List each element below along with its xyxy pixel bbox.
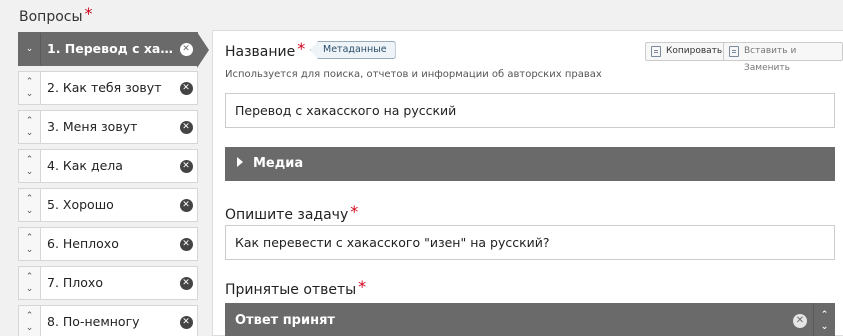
- chevron-down-icon: ⌄: [25, 323, 34, 333]
- name-input[interactable]: Перевод с хакасского на русский: [225, 93, 835, 128]
- media-label: Медиа: [253, 156, 304, 171]
- question-item-6[interactable]: ⌃ ⌄ 6. Неплохо ✕: [18, 227, 198, 261]
- reorder-handle[interactable]: ⌃ ⌄: [19, 306, 41, 336]
- chevron-up-icon: ⌃: [25, 155, 34, 165]
- chevron-down-icon: ⌄: [25, 245, 34, 255]
- copy-icon: [651, 46, 661, 57]
- delete-question-button[interactable]: ✕: [175, 111, 197, 143]
- accepted-answer-item[interactable]: Ответ принят ✕ ⌃ ⌄: [225, 303, 835, 336]
- reorder-handle[interactable]: ⌃ ⌄: [19, 72, 41, 104]
- paste-icon: [729, 46, 739, 57]
- questions-list: ⌄ 1. Перевод с хакасского на русский ✕ ⌃…: [18, 32, 209, 336]
- delete-question-button[interactable]: ✕: [175, 228, 197, 260]
- task-field-label: Опишите задачу *: [225, 202, 359, 223]
- question-label: 7. Плохо: [47, 275, 103, 290]
- reorder-handle[interactable]: ⌃ ⌄: [19, 150, 41, 182]
- required-mark: *: [358, 277, 367, 296]
- paste-replace-button[interactable]: Вставить и Заменить: [723, 42, 843, 73]
- reorder-handle[interactable]: ⌃ ⌄: [19, 228, 41, 260]
- close-circle-icon[interactable]: ✕: [793, 314, 807, 328]
- answers-field-label: Принятые ответы *: [225, 277, 367, 298]
- paste-button-label: Вставить и Заменить: [744, 46, 797, 73]
- close-circle-icon: ✕: [179, 81, 193, 95]
- question-label: 3. Меня зовут: [47, 119, 138, 134]
- caret-right-icon: [237, 157, 243, 167]
- question-editor-panel: Название * Метаданные Копировать Вставить…: [212, 30, 843, 336]
- chevron-up-icon: ⌃: [25, 311, 34, 321]
- chevron-up-icon: ⌃: [820, 310, 829, 320]
- delete-question-button[interactable]: ✕: [175, 306, 197, 336]
- collapse-handle[interactable]: ⌄: [19, 33, 41, 65]
- required-mark: *: [350, 202, 359, 221]
- chevron-up-icon: ⌃: [25, 194, 34, 204]
- task-label-text: Опишите задачу: [225, 207, 349, 223]
- delete-question-button[interactable]: ✕: [175, 267, 197, 299]
- chevron-up-icon: ⌃: [25, 272, 34, 282]
- reorder-handle[interactable]: ⌃ ⌄: [19, 189, 41, 221]
- question-item-2[interactable]: ⌃ ⌄ 2. Как тебя зовут ✕: [18, 71, 198, 105]
- chevron-down-icon: ⌄: [25, 44, 34, 54]
- close-circle-icon: ✕: [179, 315, 193, 329]
- reorder-handle[interactable]: ⌃ ⌄: [813, 303, 835, 336]
- question-label: 5. Хорошо: [47, 197, 114, 212]
- close-circle-icon: ✕: [179, 237, 193, 251]
- close-circle-icon: ✕: [179, 276, 193, 290]
- questions-title: Вопросы *: [19, 4, 93, 25]
- delete-question-button[interactable]: ✕: [175, 33, 197, 65]
- close-circle-icon: ✕: [179, 159, 193, 173]
- questions-title-label: Вопросы: [19, 9, 83, 25]
- chevron-down-icon: ⌄: [25, 206, 34, 216]
- name-label-text: Название: [225, 44, 296, 60]
- answer-item-label: Ответ принят: [235, 313, 335, 328]
- close-circle-icon: ✕: [179, 198, 193, 212]
- question-item-1[interactable]: ⌄ 1. Перевод с хакасского на русский ✕: [18, 32, 209, 68]
- question-label: 4. Как дела: [47, 158, 123, 173]
- question-item-3[interactable]: ⌃ ⌄ 3. Меня зовут ✕: [18, 110, 198, 144]
- question-label: 2. Как тебя зовут: [47, 80, 162, 95]
- name-field-hint: Используется для поиска, отчетов и инфор…: [225, 69, 602, 80]
- task-input[interactable]: Как перевести с хакасского "изен" на рус…: [225, 225, 835, 260]
- question-label: 6. Неплохо: [47, 236, 119, 251]
- chevron-down-icon: ⌄: [25, 128, 34, 138]
- close-circle-icon: ✕: [179, 120, 193, 134]
- question-item-8[interactable]: ⌃ ⌄ 8. По-немногу ✕: [18, 305, 198, 336]
- chevron-up-icon: ⌃: [25, 116, 34, 126]
- reorder-handle[interactable]: ⌃ ⌄: [19, 267, 41, 299]
- name-field-label: Название *: [225, 39, 306, 60]
- question-label: 8. По-немногу: [47, 314, 140, 329]
- close-circle-icon: ✕: [179, 42, 193, 56]
- metadata-tag: Метаданные: [310, 41, 396, 59]
- question-item-4[interactable]: ⌃ ⌄ 4. Как дела ✕: [18, 149, 198, 183]
- answers-label-text: Принятые ответы: [225, 282, 357, 298]
- question-item-7[interactable]: ⌃ ⌄ 7. Плохо ✕: [18, 266, 198, 300]
- reorder-handle[interactable]: ⌃ ⌄: [19, 111, 41, 143]
- copy-button[interactable]: Копировать: [645, 42, 730, 61]
- chevron-down-icon: ⌄: [820, 322, 829, 332]
- required-mark: *: [297, 39, 306, 58]
- media-section-toggle[interactable]: Медиа: [225, 147, 835, 181]
- required-mark: *: [84, 4, 93, 23]
- question-label: 1. Перевод с хакасского на русский: [47, 41, 175, 56]
- chevron-up-icon: ⌃: [25, 77, 34, 87]
- chevron-down-icon: ⌄: [25, 89, 34, 99]
- chevron-down-icon: ⌄: [25, 167, 34, 177]
- delete-question-button[interactable]: ✕: [175, 189, 197, 221]
- delete-question-button[interactable]: ✕: [175, 150, 197, 182]
- copy-button-label: Копировать: [666, 46, 723, 56]
- question-item-5[interactable]: ⌃ ⌄ 5. Хорошо ✕: [18, 188, 198, 222]
- chevron-up-icon: ⌃: [25, 233, 34, 243]
- chevron-down-icon: ⌄: [25, 284, 34, 294]
- delete-question-button[interactable]: ✕: [175, 72, 197, 104]
